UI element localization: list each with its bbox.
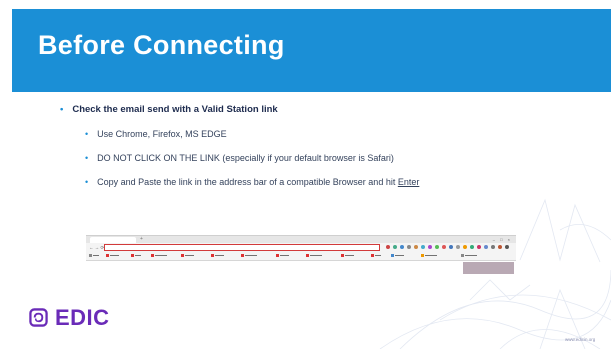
extension-icon (456, 245, 460, 249)
bookmark-item: ▬▬▬▬ (151, 252, 167, 259)
extension-icons (386, 245, 511, 250)
bookmark-item: ▬▬▬ (276, 252, 289, 259)
window-controls-icon: – □ × (492, 237, 512, 242)
bookmark-item: ▬▬▬▬ (241, 252, 257, 259)
extension-icon (393, 245, 397, 249)
bullet-dot-icon: • (85, 129, 89, 139)
extension-icon (435, 245, 439, 249)
bookmarks-bar: ▬▬ ▬▬▬ ▬▬ ▬▬▬▬ ▬▬▬ ▬▬▬ ▬▬▬▬ ▬▬▬ ▬▬▬▬ ▬▬▬… (86, 252, 516, 259)
bookmark-item: ▬▬▬ (391, 252, 404, 259)
main-bullet: • Check the email send with a Valid Stati… (60, 104, 278, 115)
browser-tab-strip: + – □ × (86, 236, 516, 243)
bookmark-item: ▬▬▬▬ (306, 252, 322, 259)
extension-icon (428, 245, 432, 249)
main-bullet-text: Check the email send with a Valid Statio… (72, 104, 278, 115)
edic-logo-icon (29, 308, 48, 327)
slide: Before Connecting • Check the email send … (0, 0, 611, 349)
extension-icon (421, 245, 425, 249)
extension-icon (407, 245, 411, 249)
extension-icon (505, 245, 509, 249)
bookmark-item: ▬▬▬ (106, 252, 119, 259)
bookmark-item: ▬▬▬ (181, 252, 194, 259)
extension-icon (463, 245, 467, 249)
extension-icon (442, 245, 446, 249)
bullet-dot-icon: • (60, 104, 64, 115)
footer-url: www.edicin.org (565, 337, 596, 342)
bookmark-item: ▬▬ (89, 252, 99, 259)
bookmark-item: ▬▬▬▬ (461, 252, 477, 259)
bookmark-item: ▬▬▬ (211, 252, 224, 259)
slide-title: Before Connecting (38, 30, 285, 60)
enter-keyword: Enter (397, 177, 420, 187)
bookmark-item: ▬▬ (131, 252, 141, 259)
bookmark-item: ▬▬▬▬ (421, 252, 437, 259)
image-redaction-block (463, 262, 514, 274)
extension-icon (484, 245, 488, 249)
extension-icon (400, 245, 404, 249)
extension-icon (477, 245, 481, 249)
browser-nav-row: ← → ⟳ (86, 243, 516, 252)
extension-icon (491, 245, 495, 249)
sub-bullet-text: DO NOT CLICK ON THE LINK (especially if … (97, 153, 394, 163)
bullet-dot-icon: • (85, 153, 89, 163)
sub-bullet-2: • DO NOT CLICK ON THE LINK (especially if… (85, 153, 394, 163)
brand-name: EDIC (55, 305, 110, 330)
extension-icon (449, 245, 453, 249)
extension-icon (386, 245, 390, 249)
extension-icon (414, 245, 418, 249)
sub-bullet-text: Use Chrome, Firefox, MS EDGE (97, 129, 227, 139)
bullet-dot-icon: • (85, 177, 89, 187)
address-bar-highlight (104, 244, 380, 251)
sub-bullet-text: Copy and Paste the link in the address b… (97, 177, 398, 187)
browser-screenshot: + – □ × ← → ⟳ ▬▬ ▬▬▬ ▬▬ ▬▬▬▬ ▬▬▬ ▬▬▬ ▬▬▬… (86, 235, 516, 261)
sub-bullet-1: • Use Chrome, Firefox, MS EDGE (85, 129, 227, 139)
extension-icon (498, 245, 502, 249)
nav-arrows-icon: ← → ⟳ (89, 245, 105, 250)
new-tab-icon: + (140, 236, 143, 242)
extension-icon (470, 245, 474, 249)
bookmark-item: ▬▬▬ (341, 252, 354, 259)
sub-bullet-3: • Copy and Paste the link in the address … (85, 177, 419, 187)
bookmark-item: ▬▬ (371, 252, 381, 259)
